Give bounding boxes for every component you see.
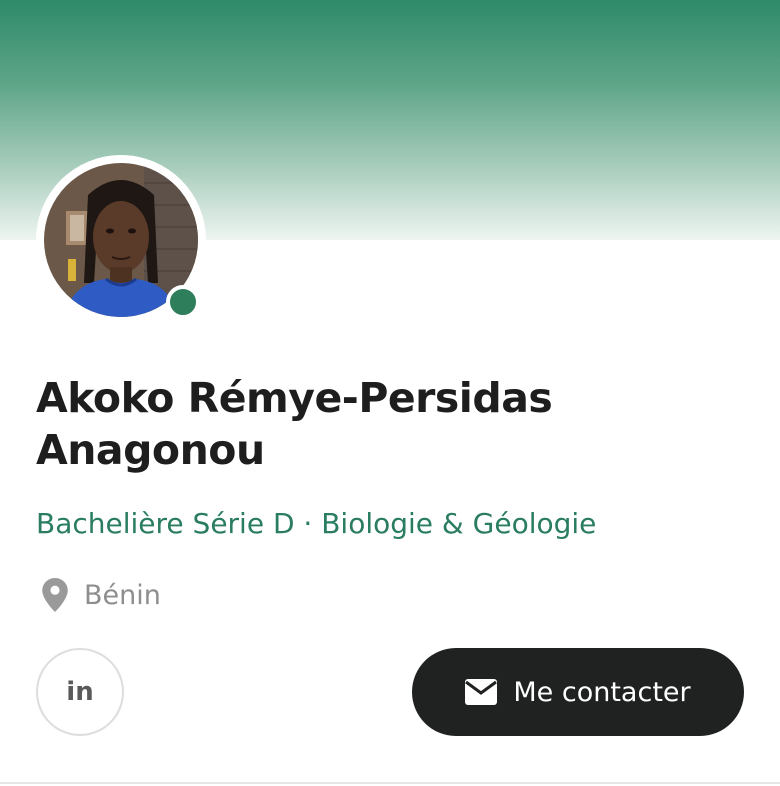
- location-label: Bénin: [84, 579, 161, 611]
- profile-name: Akoko Rémye-Persidas Anagonou: [36, 374, 553, 474]
- contact-button-label: Me contacter: [513, 676, 691, 708]
- linkedin-icon: in: [66, 677, 94, 707]
- avatar-container: [36, 155, 206, 325]
- contact-button[interactable]: Me contacter: [412, 648, 744, 736]
- profile-location: Bénin: [36, 575, 161, 615]
- profile-headline: Bachelière Série D · Biologie & Géologie: [36, 507, 597, 540]
- envelope-icon: [465, 679, 498, 705]
- profile-card: Akoko Rémye-Persidas Anagonou Bachelière…: [0, 0, 780, 786]
- location-pin-icon: [42, 578, 68, 612]
- online-status-indicator: [166, 285, 200, 319]
- linkedin-button[interactable]: in: [36, 648, 124, 736]
- card-divider: [0, 782, 780, 784]
